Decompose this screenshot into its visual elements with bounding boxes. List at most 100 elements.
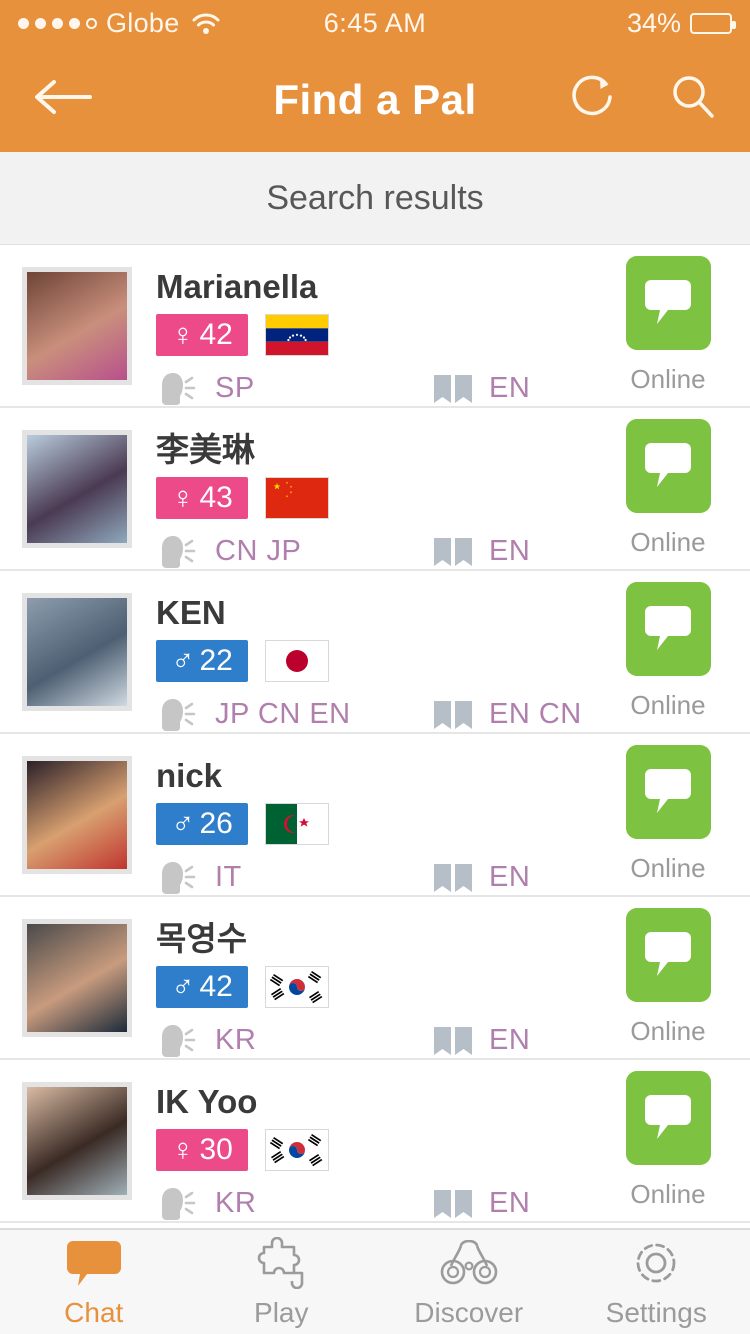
avatar[interactable]	[22, 918, 132, 1037]
chat-button[interactable]	[625, 745, 711, 839]
chat-button[interactable]	[625, 908, 711, 1002]
user-name: 李美琳	[156, 430, 255, 468]
header-actions	[564, 71, 722, 129]
learning-languages: EN	[430, 858, 530, 898]
avatar[interactable]	[22, 429, 132, 548]
app-header: Find a Pal	[0, 47, 750, 152]
avatar-image	[27, 1086, 127, 1195]
user-name: Marianella	[156, 267, 318, 305]
learning-languages-text: EN	[489, 535, 531, 567]
user-action: Online	[608, 745, 728, 884]
gender-icon: ♂	[171, 643, 195, 678]
user-info: Marianella ♀ 42 SP EN	[132, 267, 608, 405]
chat-button[interactable]	[625, 419, 711, 513]
user-result-row[interactable]: nick ♂ 26 IT EN Online	[0, 734, 750, 897]
user-result-row[interactable]: KEN ♂ 22 JP CN EN EN CN Online	[0, 571, 750, 734]
tab-label: Play	[254, 1296, 309, 1328]
spoken-languages: KR	[156, 1021, 430, 1061]
gender-age-badge: ♀ 42	[156, 313, 248, 356]
chat-bubble-icon	[643, 437, 693, 496]
chat-button[interactable]	[625, 1071, 711, 1165]
gender-age-badge: ♂ 26	[156, 802, 248, 845]
user-meta: ♀ 43	[156, 476, 608, 519]
tab-label: Discover	[414, 1296, 524, 1328]
country-flag-icon	[265, 802, 329, 845]
avatar[interactable]	[22, 755, 132, 874]
tab-settings[interactable]: Settings	[563, 1236, 750, 1329]
gear-icon	[625, 1236, 687, 1290]
chat-bubble-icon	[643, 274, 693, 333]
user-age: 42	[199, 969, 233, 1003]
spoken-languages-text: CN JP	[215, 535, 302, 567]
search-results-list: Marianella ♀ 42 SP EN Online 李美琳 ♀ 43 CN…	[0, 245, 750, 1228]
user-info: IK Yoo ♀ 30 KR EN	[132, 1082, 608, 1220]
spoken-languages-text: KR	[215, 1024, 257, 1056]
learning-languages: EN	[430, 1184, 530, 1224]
open-book-icon	[430, 858, 476, 898]
learning-languages-text: EN	[489, 1187, 531, 1219]
user-result-row[interactable]: Marianella ♀ 42 SP EN Online	[0, 245, 750, 408]
speaking-head-icon	[156, 369, 202, 409]
gender-age-badge: ♂ 42	[156, 965, 248, 1008]
avatar[interactable]	[22, 592, 132, 711]
binoculars-icon	[438, 1236, 500, 1290]
back-button[interactable]	[28, 65, 98, 135]
bottom-tab-bar: Chat Play Discover Settings	[0, 1228, 750, 1334]
avatar-image	[27, 434, 127, 543]
chat-button[interactable]	[625, 256, 711, 350]
gender-age-badge: ♀ 43	[156, 476, 248, 519]
avatar[interactable]	[22, 266, 132, 385]
search-button[interactable]	[664, 71, 722, 129]
country-flag-icon	[265, 965, 329, 1008]
user-result-row[interactable]: 목영수 ♂ 42 KR EN Online	[0, 897, 750, 1060]
user-info: 목영수 ♂ 42 KR EN	[132, 919, 608, 1057]
tab-chat[interactable]: Chat	[0, 1236, 188, 1329]
user-meta: ♀ 42	[156, 313, 608, 356]
gender-icon: ♀	[171, 317, 195, 352]
user-result-row[interactable]: 李美琳 ♀ 43 CN JP EN Online	[0, 408, 750, 571]
battery-percent: 34%	[626, 8, 681, 38]
gender-icon: ♂	[171, 806, 195, 841]
user-result-row[interactable]: IK Yoo ♀ 30 KR EN Online	[0, 1060, 750, 1223]
status-badge: Online	[630, 1016, 706, 1046]
user-action: Online	[608, 908, 728, 1047]
open-book-icon	[430, 369, 476, 409]
avatar[interactable]	[22, 1081, 132, 1200]
learning-languages: EN	[430, 532, 530, 572]
user-info: KEN ♂ 22 JP CN EN EN CN	[132, 593, 608, 731]
spoken-languages: IT	[156, 858, 430, 898]
learning-languages: EN CN	[430, 695, 582, 735]
search-icon	[666, 70, 720, 129]
user-name: IK Yoo	[156, 1082, 258, 1120]
chat-bubble-icon	[643, 926, 693, 985]
open-book-icon	[430, 532, 476, 572]
user-age: 42	[199, 317, 233, 351]
user-name: KEN	[156, 593, 226, 631]
speaking-head-icon	[156, 858, 202, 898]
chat-button[interactable]	[625, 582, 711, 676]
user-action: Online	[608, 256, 728, 395]
refresh-button[interactable]	[564, 71, 622, 129]
tab-label: Chat	[64, 1296, 124, 1328]
speaking-head-icon	[156, 532, 202, 572]
gender-age-badge: ♂ 22	[156, 639, 248, 682]
spoken-languages: CN JP	[156, 532, 430, 572]
language-row: SP EN	[156, 369, 608, 409]
user-age: 30	[199, 1132, 233, 1166]
learning-languages: EN	[430, 369, 530, 409]
user-action: Online	[608, 419, 728, 558]
language-row: KR EN	[156, 1184, 608, 1224]
tab-play[interactable]: Play	[188, 1236, 376, 1329]
country-flag-icon	[265, 476, 329, 519]
back-arrow-icon	[32, 77, 94, 122]
user-info: 李美琳 ♀ 43 CN JP EN	[132, 430, 608, 568]
chat-bubble-icon	[63, 1236, 125, 1290]
chat-bubble-icon	[643, 1089, 693, 1148]
spoken-languages-text: SP	[215, 372, 255, 404]
language-row: CN JP EN	[156, 532, 608, 572]
learning-languages-text: EN	[489, 372, 531, 404]
app-screen: Globe 6:45 AM 34% Find a Pal Search resu…	[0, 0, 750, 1334]
tab-discover[interactable]: Discover	[375, 1236, 563, 1329]
language-row: KR EN	[156, 1021, 608, 1061]
section-header: Search results	[0, 152, 750, 245]
